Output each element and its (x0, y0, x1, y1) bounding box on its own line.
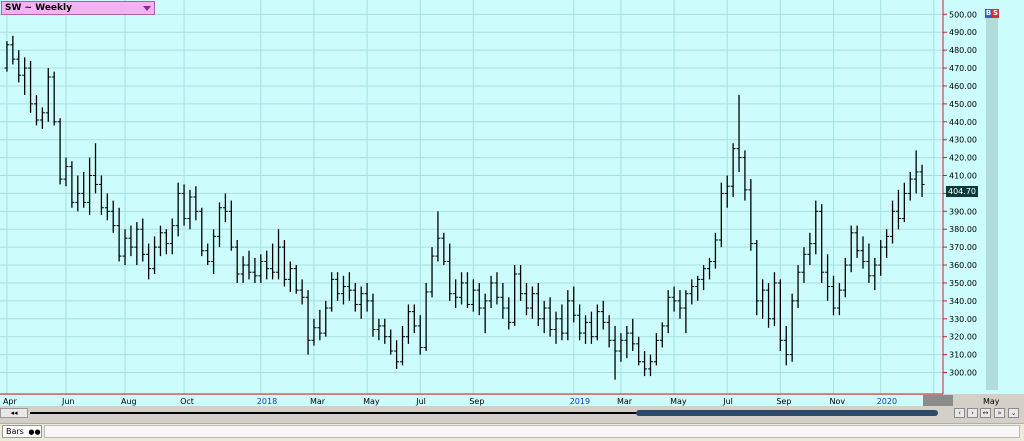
x-tick-label: Mar (617, 397, 633, 406)
zoom-out-icon[interactable]: ‹ (954, 408, 965, 418)
x-tick-label: Oct (180, 397, 194, 406)
symbol-label: SW ~ Weekly (5, 3, 72, 13)
price-chart[interactable]: 300.00 310.00 320.00 330.00 340.00 350.00 360.… (0, 0, 1024, 441)
x-tick-label: Aug (121, 397, 137, 406)
y-tick-label: 440.00 (949, 118, 977, 127)
scroll-left-button[interactable]: ◂◂ (0, 408, 28, 418)
tab-empty[interactable] (44, 425, 1020, 438)
buy-button[interactable]: B (985, 9, 992, 18)
y-tick-label: 350.00 (949, 279, 977, 288)
y-tick-label: 450.00 (949, 100, 977, 109)
y-tick-label: 360.00 (949, 261, 977, 270)
y-tick-label: 380.00 (949, 225, 977, 234)
y-tick-label: 480.00 (949, 46, 977, 55)
y-tick-label: 330.00 (949, 315, 977, 324)
zoom-in-icon[interactable]: › (967, 408, 978, 418)
scroll-end-icon[interactable]: » (994, 408, 1005, 418)
y-tick-label: 320.00 (949, 333, 977, 342)
y-tick-label: 370.00 (949, 243, 977, 252)
x-tick-label: Nov (829, 397, 845, 406)
y-tick-label: 490.00 (949, 28, 977, 37)
x-tick-label: 2019 (570, 397, 590, 406)
y-tick-label: 390.00 (949, 207, 977, 216)
y-tick-label: 460.00 (949, 82, 977, 91)
y-tick-label: 420.00 (949, 154, 977, 163)
last-price-tag: 404.70 (946, 186, 978, 197)
symbol-dropdown[interactable]: SW ~ Weekly (1, 1, 155, 15)
plot-background (0, 0, 943, 394)
x-tick-label: May (363, 397, 380, 406)
x-tick-label: Mar (310, 397, 326, 406)
x-tick-label: 2020 (877, 397, 897, 406)
x-tick-label: 2018 (257, 397, 277, 406)
scroll-thumb[interactable] (636, 410, 938, 416)
x-tick-label: May (983, 397, 1000, 406)
x-axis-corner (923, 395, 953, 406)
tab-bars[interactable]: Bars ●● (2, 425, 42, 438)
x-tick-label: Sep (469, 397, 484, 406)
x-tick-label: Apr (3, 397, 18, 406)
scroll-track[interactable] (30, 412, 638, 414)
chevron-down-icon[interactable]: ⌄ (1008, 408, 1019, 418)
y-tick-label: 470.00 (949, 64, 977, 73)
x-tick-label: Jun (61, 397, 75, 406)
chevron-down-icon[interactable] (143, 6, 151, 11)
tab-bars-label: Bars (6, 427, 24, 436)
x-tick-label: Jul (722, 397, 733, 406)
zoom-fit-icon[interactable]: ↔ (980, 408, 991, 418)
right-scroll-panel[interactable] (986, 18, 998, 390)
horizontal-scroll-row: ◂◂ (0, 406, 1024, 420)
y-tick-label: 300.00 (949, 369, 977, 378)
x-tick-label: Sep (776, 397, 791, 406)
sell-button[interactable]: S (992, 9, 999, 18)
y-tick-label: 430.00 (949, 136, 977, 145)
y-tick-label: 410.00 (949, 172, 977, 181)
x-tick-label: Jul (415, 397, 426, 406)
y-tick-label: 500.00 (949, 10, 977, 19)
link-icon: ●● (28, 428, 41, 436)
x-tick-label: May (670, 397, 687, 406)
y-tick-label: 340.00 (949, 297, 977, 306)
y-tick-label: 310.00 (949, 351, 977, 360)
